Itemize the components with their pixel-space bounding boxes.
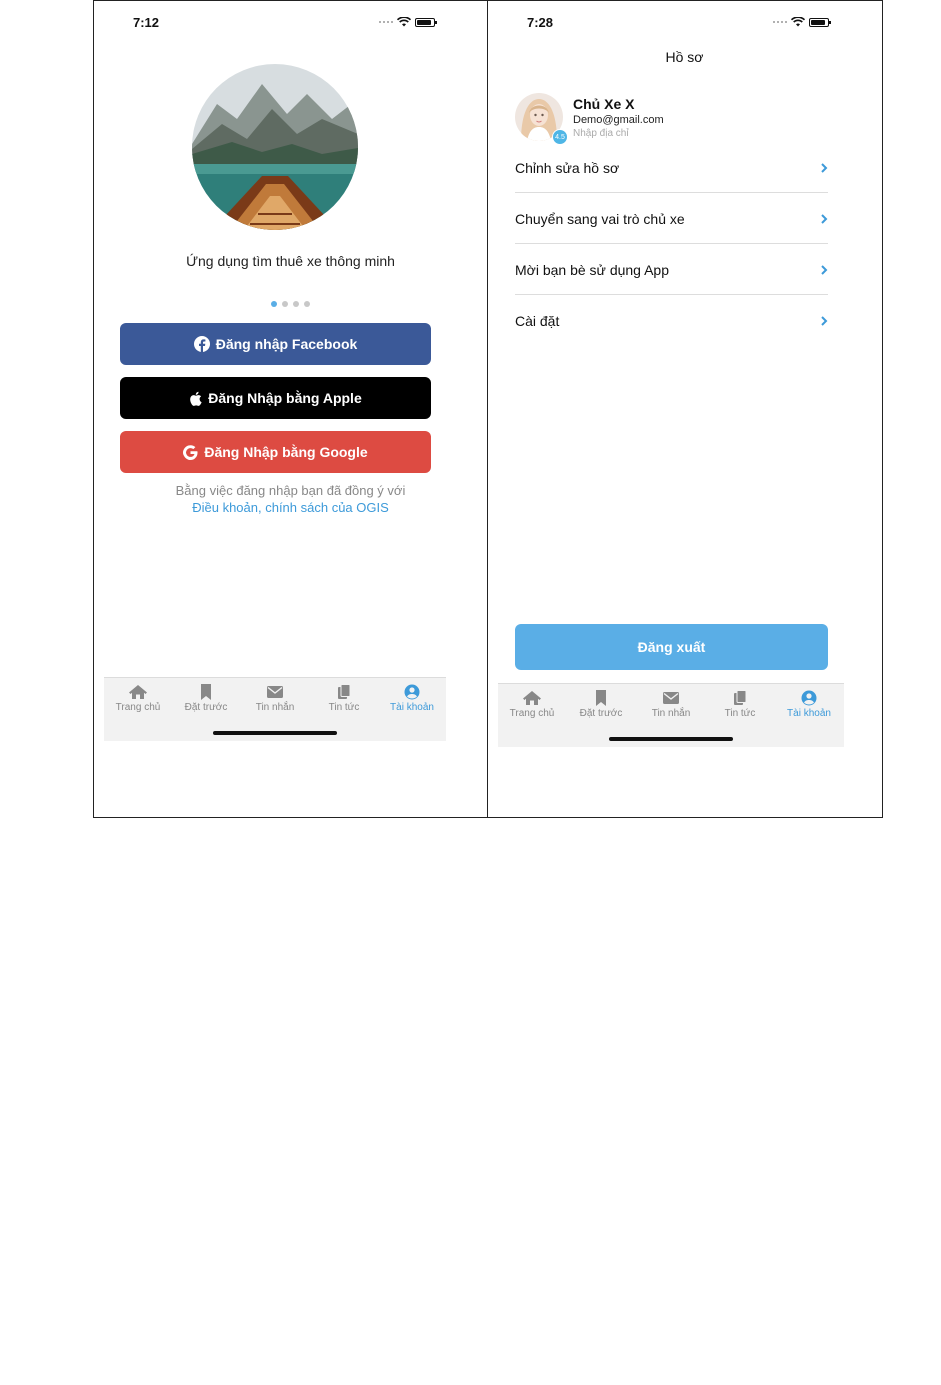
google-login-label: Đăng Nhập bằng Google bbox=[204, 444, 368, 460]
apple-login-label: Đăng Nhập bằng Apple bbox=[208, 390, 362, 406]
tab-home[interactable]: Trang chủ bbox=[104, 684, 172, 713]
copy-icon bbox=[338, 684, 351, 699]
apple-login-button[interactable]: Đăng Nhập bằng Apple bbox=[120, 377, 431, 419]
home-icon bbox=[129, 685, 147, 699]
terms-notice: Bằng việc đăng nhập bạn đã đồng ý với Đi… bbox=[94, 482, 487, 516]
profile-screen: 7:28 Hồ sơ 4.5 Chủ Xe X Demo@gmail.com N… bbox=[488, 1, 881, 817]
tab-label: Tin nhắn bbox=[651, 708, 691, 719]
page-dot[interactable] bbox=[293, 301, 299, 307]
signal-icon bbox=[379, 21, 393, 23]
battery-icon bbox=[415, 17, 437, 27]
tab-label: Trang chủ bbox=[115, 702, 161, 713]
chevron-right-icon bbox=[821, 162, 828, 173]
envelope-icon bbox=[663, 692, 679, 704]
status-bar: 7:28 bbox=[488, 13, 881, 33]
user-circle-icon bbox=[404, 684, 420, 700]
page-indicator[interactable] bbox=[94, 301, 487, 307]
home-indicator[interactable] bbox=[609, 737, 733, 741]
profile-email: Demo@gmail.com bbox=[573, 114, 664, 126]
tab-label: Tin tức bbox=[328, 702, 360, 713]
page-dot[interactable] bbox=[282, 301, 288, 307]
tab-account[interactable]: Tài khoản bbox=[775, 690, 843, 719]
google-login-button[interactable]: Đăng Nhập bằng Google bbox=[120, 431, 431, 473]
envelope-icon bbox=[267, 686, 283, 698]
app-tagline: Ứng dụng tìm thuê xe thông minh bbox=[186, 253, 395, 269]
home-icon bbox=[523, 691, 541, 705]
battery-icon bbox=[809, 17, 831, 27]
page-dot[interactable] bbox=[304, 301, 310, 307]
hero-image bbox=[192, 64, 358, 230]
bottom-tab-bar: Trang chủ Đặt trước Tin nhắn Tin tức Tài… bbox=[498, 683, 844, 747]
menu-item-label: Cài đặt bbox=[515, 313, 560, 329]
tab-label: Đặt trước bbox=[184, 702, 228, 713]
bookmark-icon bbox=[596, 690, 606, 706]
tab-messages[interactable]: Tin nhắn bbox=[241, 684, 309, 713]
tab-messages[interactable]: Tin nhắn bbox=[637, 690, 705, 719]
page-dot-active[interactable] bbox=[271, 301, 277, 307]
menu-edit-profile[interactable]: Chỉnh sửa hồ sơ bbox=[515, 143, 828, 193]
page-title: Hồ sơ bbox=[665, 49, 704, 65]
tab-label: Tài khoản bbox=[390, 702, 434, 713]
tab-home[interactable]: Trang chủ bbox=[498, 690, 566, 719]
wifi-icon bbox=[397, 17, 411, 27]
home-indicator[interactable] bbox=[213, 731, 337, 735]
terms-text: Bằng việc đăng nhập bạn đã đồng ý với bbox=[175, 483, 406, 498]
tab-booking[interactable]: Đặt trước bbox=[567, 690, 635, 719]
profile-name: Chủ Xe X bbox=[573, 96, 635, 112]
menu-invite-friends[interactable]: Mời bạn bè sử dụng App bbox=[515, 245, 828, 295]
menu-settings[interactable]: Cài đặt bbox=[515, 296, 828, 346]
status-time: 7:28 bbox=[527, 15, 554, 30]
terms-link[interactable]: Điều khoản, chính sách của OGIS bbox=[94, 499, 487, 516]
signal-icon bbox=[773, 21, 787, 23]
login-screen: 7:12 Ứng dụng tìm thuê xe thông minh Đăn… bbox=[94, 1, 487, 817]
tab-label: Đặt trước bbox=[579, 708, 623, 719]
chevron-right-icon bbox=[821, 264, 828, 275]
menu-item-label: Chuyển sang vai trò chủ xe bbox=[515, 210, 685, 227]
facebook-login-label: Đăng nhập Facebook bbox=[215, 336, 358, 352]
bookmark-icon bbox=[201, 684, 211, 700]
menu-item-label: Chỉnh sửa hồ sơ bbox=[515, 159, 620, 176]
tab-label: Tin tức bbox=[724, 708, 756, 719]
facebook-icon bbox=[193, 336, 210, 352]
logout-button[interactable]: Đăng xuất bbox=[515, 624, 828, 670]
google-icon bbox=[183, 444, 198, 460]
wifi-icon bbox=[791, 17, 805, 27]
profile-address[interactable]: Nhập địa chỉ bbox=[573, 128, 629, 139]
copy-icon bbox=[734, 690, 747, 705]
apple-icon bbox=[190, 391, 202, 406]
status-bar: 7:12 bbox=[94, 13, 487, 33]
menu-item-label: Mời bạn bè sử dụng App bbox=[515, 261, 669, 278]
bottom-tab-bar: Trang chủ Đặt trước Tin nhắn Tin tức Tài… bbox=[104, 677, 446, 741]
tab-booking[interactable]: Đặt trước bbox=[172, 684, 240, 713]
status-time: 7:12 bbox=[133, 15, 160, 30]
facebook-login-button[interactable]: Đăng nhập Facebook bbox=[120, 323, 431, 365]
chevron-right-icon bbox=[821, 316, 828, 326]
menu-switch-role[interactable]: Chuyển sang vai trò chủ xe bbox=[515, 194, 828, 244]
chevron-right-icon bbox=[821, 213, 828, 224]
user-circle-icon bbox=[801, 690, 817, 706]
tab-label: Tin nhắn bbox=[255, 702, 295, 713]
tab-news[interactable]: Tin tức bbox=[310, 684, 378, 713]
tab-account[interactable]: Tài khoản bbox=[378, 684, 446, 713]
tab-label: Tài khoản bbox=[787, 708, 831, 719]
tab-news[interactable]: Tin tức bbox=[706, 690, 774, 719]
tab-label: Trang chủ bbox=[509, 708, 555, 719]
